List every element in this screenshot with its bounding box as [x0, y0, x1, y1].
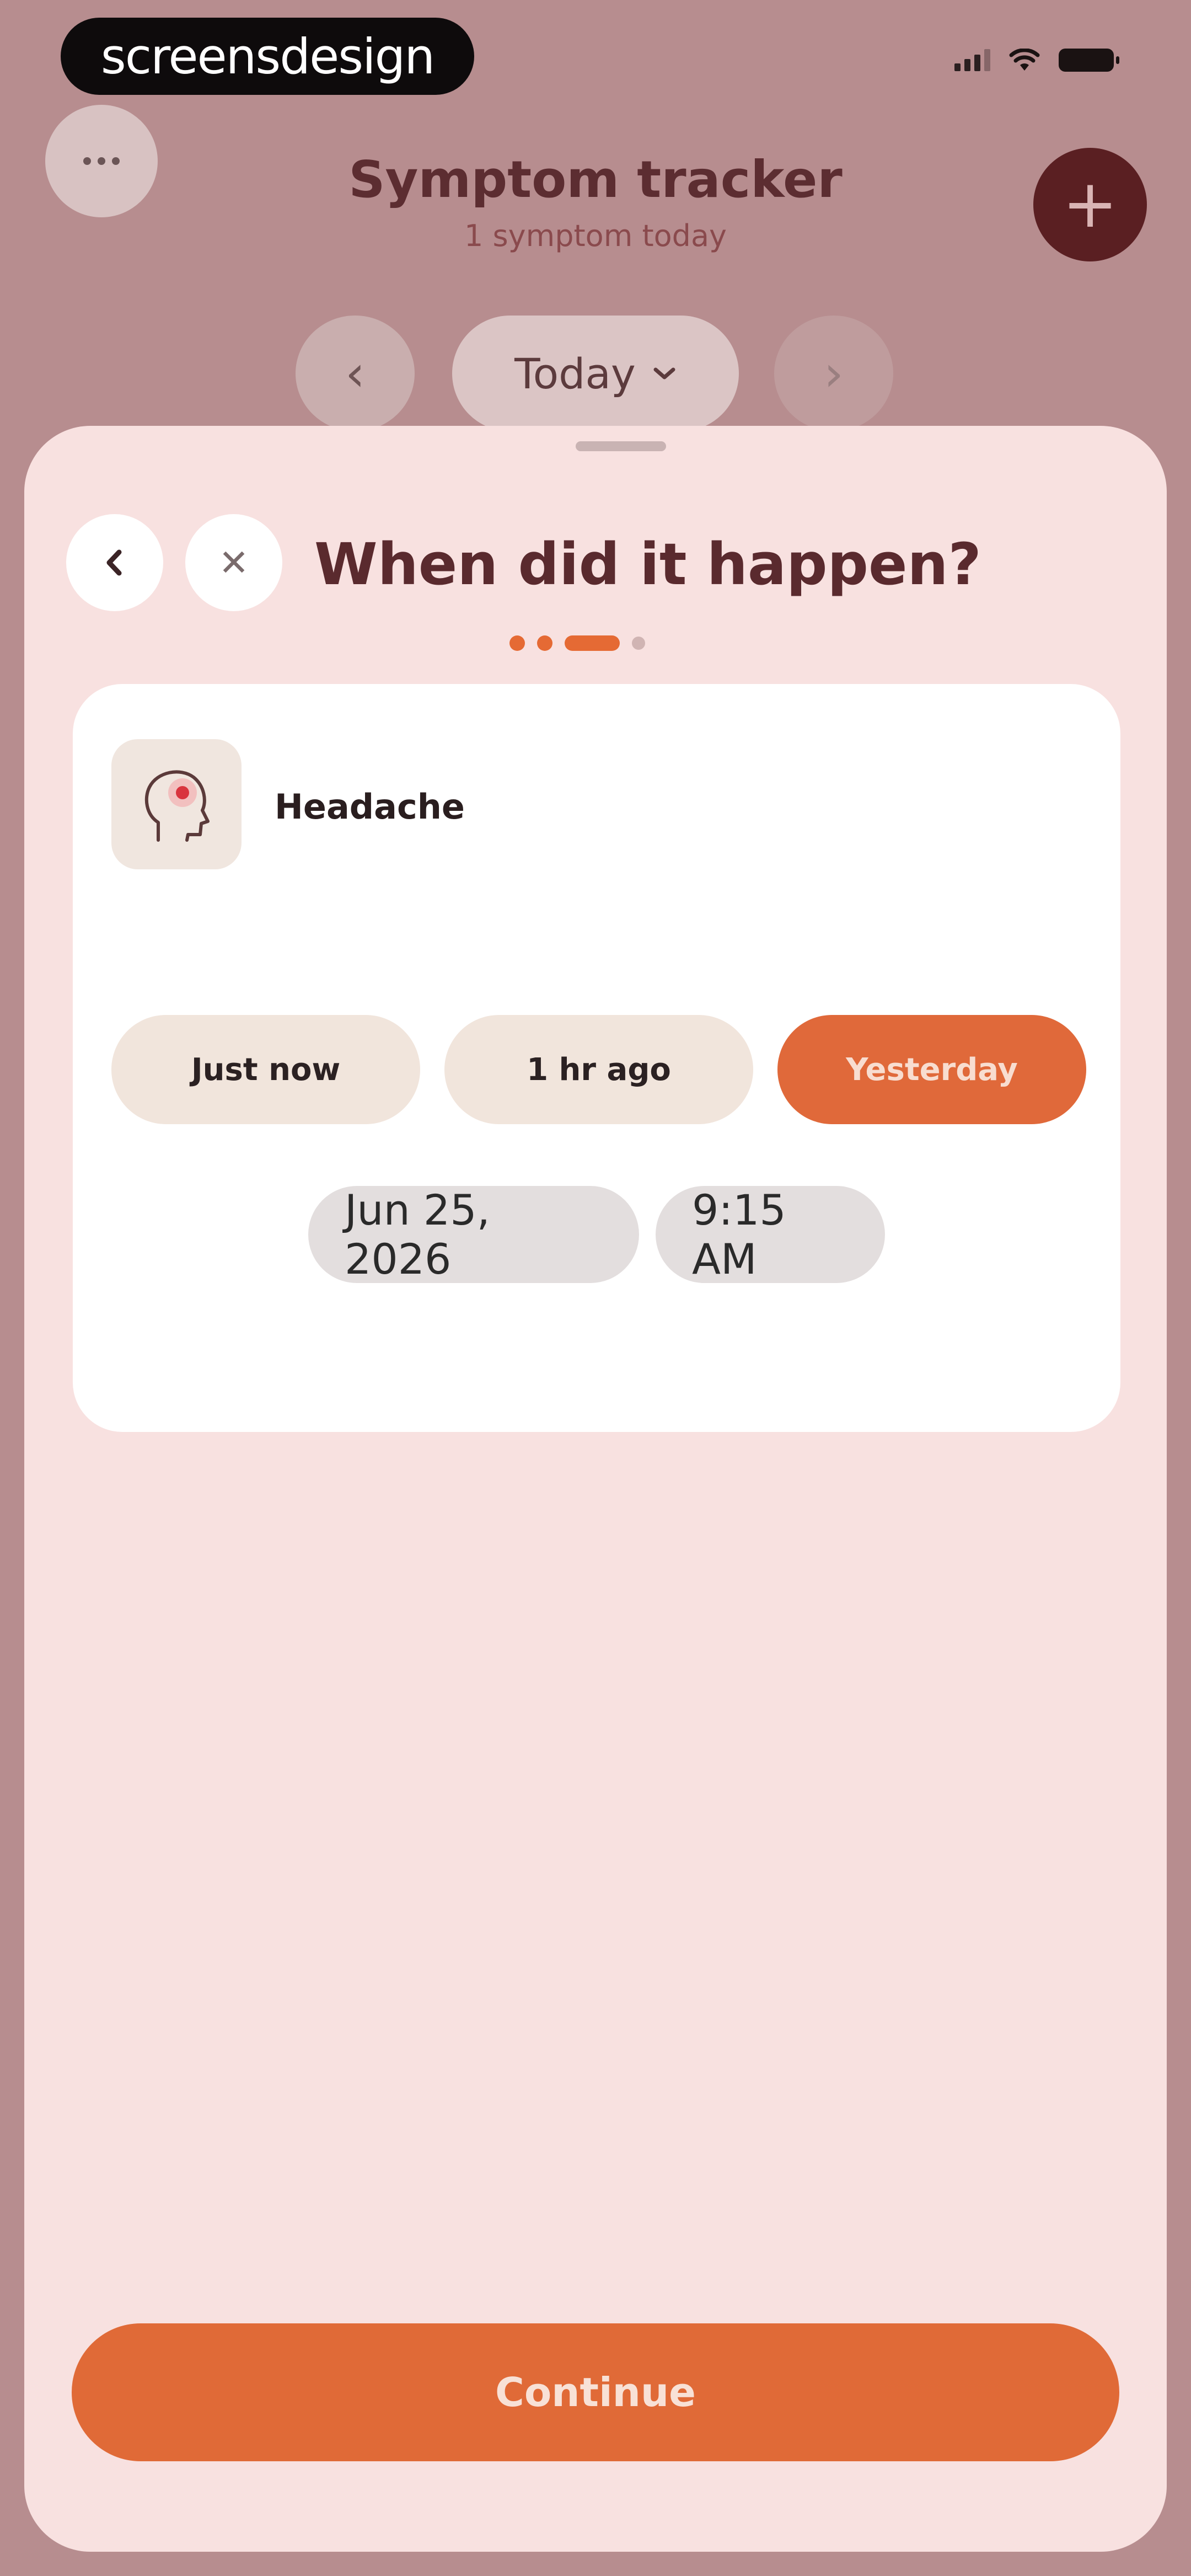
date-picker[interactable]: Jun 25, 2026: [308, 1185, 639, 1284]
close-button[interactable]: ✕: [185, 514, 282, 611]
progress-step-current: [565, 635, 620, 651]
date-time-pickers: Jun 25, 2026 9:15 AM: [73, 1185, 1120, 1284]
time-value: 9:15 AM: [692, 1185, 786, 1284]
yesterday-label: Yesterday: [846, 1051, 1018, 1088]
next-day-button[interactable]: ›: [774, 316, 893, 431]
step-progress-indicator: [509, 635, 645, 651]
battery-icon: [1059, 49, 1119, 72]
symptom-name: Headache: [275, 787, 465, 827]
one-hour-ago-label: 1 hr ago: [527, 1051, 671, 1088]
watermark-badge: screensdesign: [61, 18, 474, 95]
bottom-sheet: ✕ When did it happen? Headache Just now: [24, 426, 1167, 2552]
previous-day-button[interactable]: ‹: [296, 316, 415, 431]
back-button[interactable]: [66, 514, 163, 611]
day-selector[interactable]: Today: [452, 316, 739, 431]
page-subtitle: 1 symptom today: [464, 218, 727, 253]
sheet-title: When did it happen?: [314, 531, 981, 598]
just-now-button[interactable]: Just now: [111, 1015, 420, 1124]
sheet-grabber[interactable]: [576, 441, 666, 451]
progress-step-done: [537, 635, 552, 651]
day-selector-label: Today: [514, 349, 636, 398]
progress-step-pending: [632, 637, 645, 650]
just-now-label: Just now: [191, 1051, 341, 1088]
headache-head-icon: [111, 739, 242, 869]
chevron-down-icon: [653, 367, 675, 380]
continue-button[interactable]: Continue: [72, 2323, 1119, 2461]
quick-time-options: Just now 1 hr ago Yesterday: [111, 1015, 1086, 1124]
symptom-time-card: Headache Just now 1 hr ago Yesterday Jun…: [73, 684, 1120, 1432]
page-title: Symptom tracker: [348, 150, 843, 209]
chevron-right-icon: ›: [824, 344, 844, 403]
close-icon: ✕: [218, 541, 249, 584]
status-icons: [954, 49, 1119, 72]
watermark-text: screensdesign: [100, 28, 435, 85]
one-hour-ago-button[interactable]: 1 hr ago: [444, 1015, 753, 1124]
time-picker[interactable]: 9:15 AM: [656, 1185, 885, 1284]
continue-label: Continue: [495, 2369, 696, 2415]
add-symptom-button[interactable]: +: [1033, 148, 1147, 261]
progress-step-done: [509, 635, 525, 651]
day-navigation: ‹ Today ›: [0, 316, 1191, 431]
chevron-left-icon: ‹: [345, 344, 365, 403]
symptom-tracker-screen: screensdesign Symptom tracker 1 symptom …: [0, 0, 1191, 2576]
plus-icon: +: [1062, 166, 1118, 243]
chevron-left-icon: [106, 549, 122, 576]
date-value: Jun 25, 2026: [345, 1185, 490, 1284]
cellular-signal-icon: [954, 49, 990, 71]
yesterday-button[interactable]: Yesterday: [777, 1015, 1086, 1124]
wifi-icon: [1009, 49, 1040, 71]
